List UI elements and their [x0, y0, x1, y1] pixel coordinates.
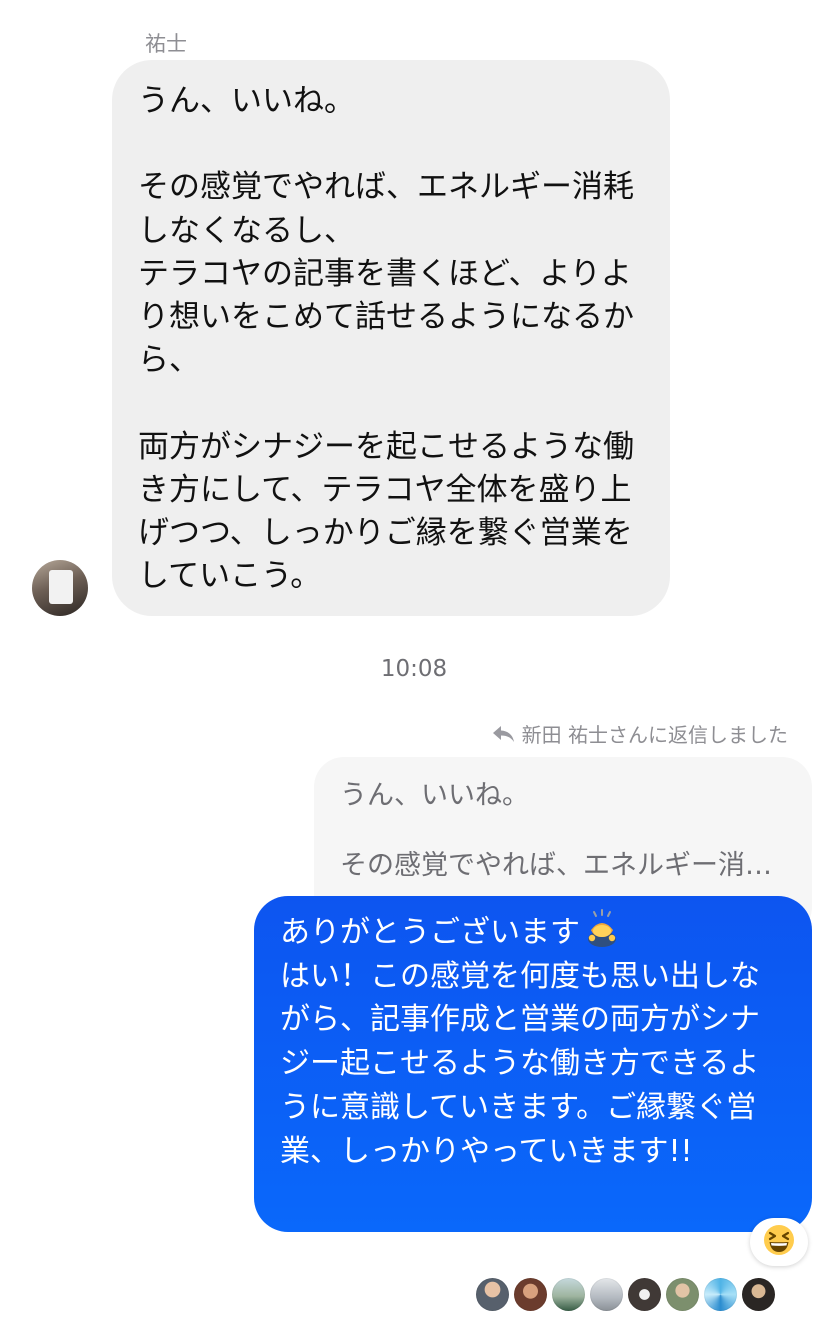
incoming-message-text: うん、いいね。 その感覚でやれば、エネルギー消耗 しなくなるし、 テラコヤの記事… — [138, 83, 634, 595]
reader-avatar[interactable] — [666, 1278, 699, 1311]
sender-name: 祐士 — [145, 32, 187, 56]
outgoing-message-first-line: ありがとうございます — [280, 915, 580, 950]
outgoing-message-body: はい！この感覚を何度も思い出しな がら、記事作成と営業の両方がシナ ジー起こせる… — [280, 958, 760, 1169]
reply-label-text: 新田 祐士さんに返信しました — [521, 723, 788, 747]
sender-avatar[interactable] — [32, 560, 88, 616]
reader-avatar[interactable] — [476, 1278, 509, 1311]
reader-avatar[interactable] — [590, 1278, 623, 1311]
outgoing-message-bubble[interactable]: ありがとうございます はい！この感覚を何度も思い出しな がら、記事作成と営業の両… — [254, 896, 812, 1232]
reply-context-label: 新田 祐士さんに返信しました — [492, 719, 788, 748]
incoming-message-bubble[interactable]: うん、いいね。 その感覚でやれば、エネルギー消耗 しなくなるし、 テラコヤの記事… — [112, 60, 670, 616]
reader-avatar[interactable] — [704, 1278, 737, 1311]
message-reaction[interactable] — [750, 1218, 808, 1266]
quoted-message-line: その感覚でやれば、エネルギー消… — [340, 850, 772, 881]
read-receipts[interactable] — [476, 1278, 775, 1311]
grinning-squinting-face-icon — [762, 1223, 796, 1261]
quoted-message-line: うん、いいね。 — [340, 780, 529, 811]
person-bowing-emoji-icon — [582, 908, 622, 948]
reply-arrow-icon — [492, 725, 516, 743]
outgoing-message-text: ありがとうございます はい！この感覚を何度も思い出しな がら、記事作成と営業の両… — [280, 908, 792, 1173]
reader-avatar[interactable] — [552, 1278, 585, 1311]
reader-avatar[interactable] — [742, 1278, 775, 1311]
reader-avatar[interactable] — [628, 1278, 661, 1311]
reader-avatar[interactable] — [514, 1278, 547, 1311]
message-timestamp: 10:08 — [380, 656, 448, 682]
